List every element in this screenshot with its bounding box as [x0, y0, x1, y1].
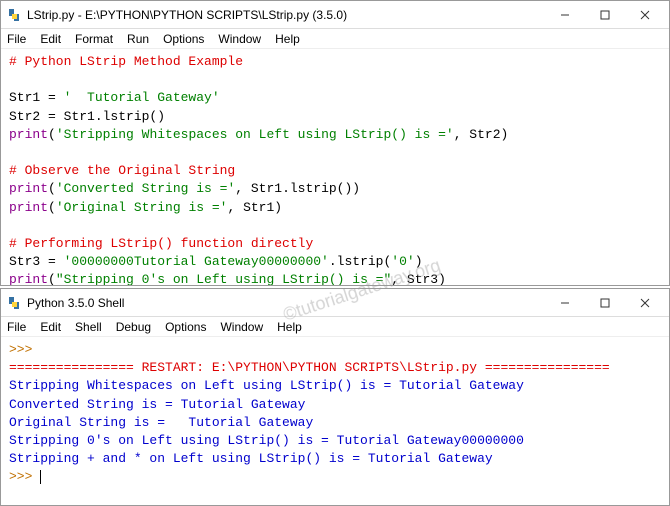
shell-titlebar: Python 3.5.0 Shell	[1, 289, 669, 317]
code-string: '0'	[391, 254, 414, 269]
maximize-button[interactable]	[585, 292, 625, 314]
code-comment: # Observe the Original String	[9, 163, 235, 178]
code-builtin: print	[9, 127, 48, 142]
shell-output: Converted String is = Tutorial Gateway	[9, 397, 305, 412]
code-text: Str2 = Str1.lstrip()	[9, 109, 165, 124]
window-controls	[545, 292, 665, 314]
menu-debug[interactable]: Debug	[116, 320, 151, 334]
menu-help[interactable]: Help	[277, 320, 302, 334]
shell-output: Stripping + and * on Left using LStrip()…	[9, 451, 493, 466]
minimize-button[interactable]	[545, 4, 585, 26]
shell-output: Original String is = Tutorial Gateway	[9, 415, 313, 430]
shell-restart: ================ RESTART: E:\PYTHON\PYTH…	[9, 360, 610, 375]
code-text: (	[48, 181, 56, 196]
menu-file[interactable]: File	[7, 32, 26, 46]
shell-prompt: >>>	[9, 342, 40, 357]
editor-title: LStrip.py - E:\PYTHON\PYTHON SCRIPTS\LSt…	[27, 8, 545, 22]
close-button[interactable]	[625, 4, 665, 26]
menu-file[interactable]: File	[7, 320, 26, 334]
maximize-button[interactable]	[585, 4, 625, 26]
shell-output-area[interactable]: >>> ================ RESTART: E:\PYTHON\…	[1, 337, 669, 505]
code-string: '00000000Tutorial Gateway00000000'	[64, 254, 329, 269]
shell-output: Stripping Whitespaces on Left using LStr…	[9, 378, 524, 393]
menu-options[interactable]: Options	[165, 320, 206, 334]
code-text: , Str1)	[227, 200, 282, 215]
code-text: Str1 =	[9, 90, 64, 105]
shell-prompt: >>>	[9, 469, 40, 484]
code-string: ' Tutorial Gateway'	[64, 90, 220, 105]
code-text: , Str2)	[454, 127, 509, 142]
code-text: , Str3)	[391, 272, 446, 285]
code-builtin: print	[9, 272, 48, 285]
code-text: (	[48, 200, 56, 215]
editor-titlebar: LStrip.py - E:\PYTHON\PYTHON SCRIPTS\LSt…	[1, 1, 669, 29]
python-icon	[5, 7, 21, 23]
menu-edit[interactable]: Edit	[40, 32, 61, 46]
editor-window: LStrip.py - E:\PYTHON\PYTHON SCRIPTS\LSt…	[0, 0, 670, 286]
code-text: (	[48, 127, 56, 142]
code-text: Str3 =	[9, 254, 64, 269]
code-builtin: print	[9, 181, 48, 196]
shell-title: Python 3.5.0 Shell	[27, 296, 545, 310]
code-string: 'Converted String is ='	[56, 181, 235, 196]
menu-window[interactable]: Window	[220, 320, 263, 334]
window-controls	[545, 4, 665, 26]
python-icon	[5, 295, 21, 311]
code-comment: # Performing LStrip() function directly	[9, 236, 313, 251]
menu-format[interactable]: Format	[75, 32, 113, 46]
menu-help[interactable]: Help	[275, 32, 300, 46]
menu-options[interactable]: Options	[163, 32, 204, 46]
code-text: )	[415, 254, 423, 269]
editor-code-area[interactable]: # Python LStrip Method Example Str1 = ' …	[1, 49, 669, 285]
menu-window[interactable]: Window	[218, 32, 261, 46]
menu-shell[interactable]: Shell	[75, 320, 102, 334]
code-text: (	[48, 272, 56, 285]
minimize-button[interactable]	[545, 292, 585, 314]
editor-menubar: File Edit Format Run Options Window Help	[1, 29, 669, 49]
menu-run[interactable]: Run	[127, 32, 149, 46]
text-cursor	[40, 470, 41, 484]
menu-edit[interactable]: Edit	[40, 320, 61, 334]
shell-window: Python 3.5.0 Shell File Edit Shell Debug…	[0, 288, 670, 506]
code-string: "Stripping 0's on Left using LStrip() is…	[56, 272, 391, 285]
code-string: 'Stripping Whitespaces on Left using LSt…	[56, 127, 454, 142]
shell-menubar: File Edit Shell Debug Options Window Hel…	[1, 317, 669, 337]
code-string: 'Original String is ='	[56, 200, 228, 215]
close-button[interactable]	[625, 292, 665, 314]
code-text: , Str1.lstrip())	[235, 181, 360, 196]
code-text: .lstrip(	[329, 254, 391, 269]
shell-output: Stripping 0's on Left using LStrip() is …	[9, 433, 524, 448]
code-comment: # Python LStrip Method Example	[9, 54, 243, 69]
code-builtin: print	[9, 200, 48, 215]
